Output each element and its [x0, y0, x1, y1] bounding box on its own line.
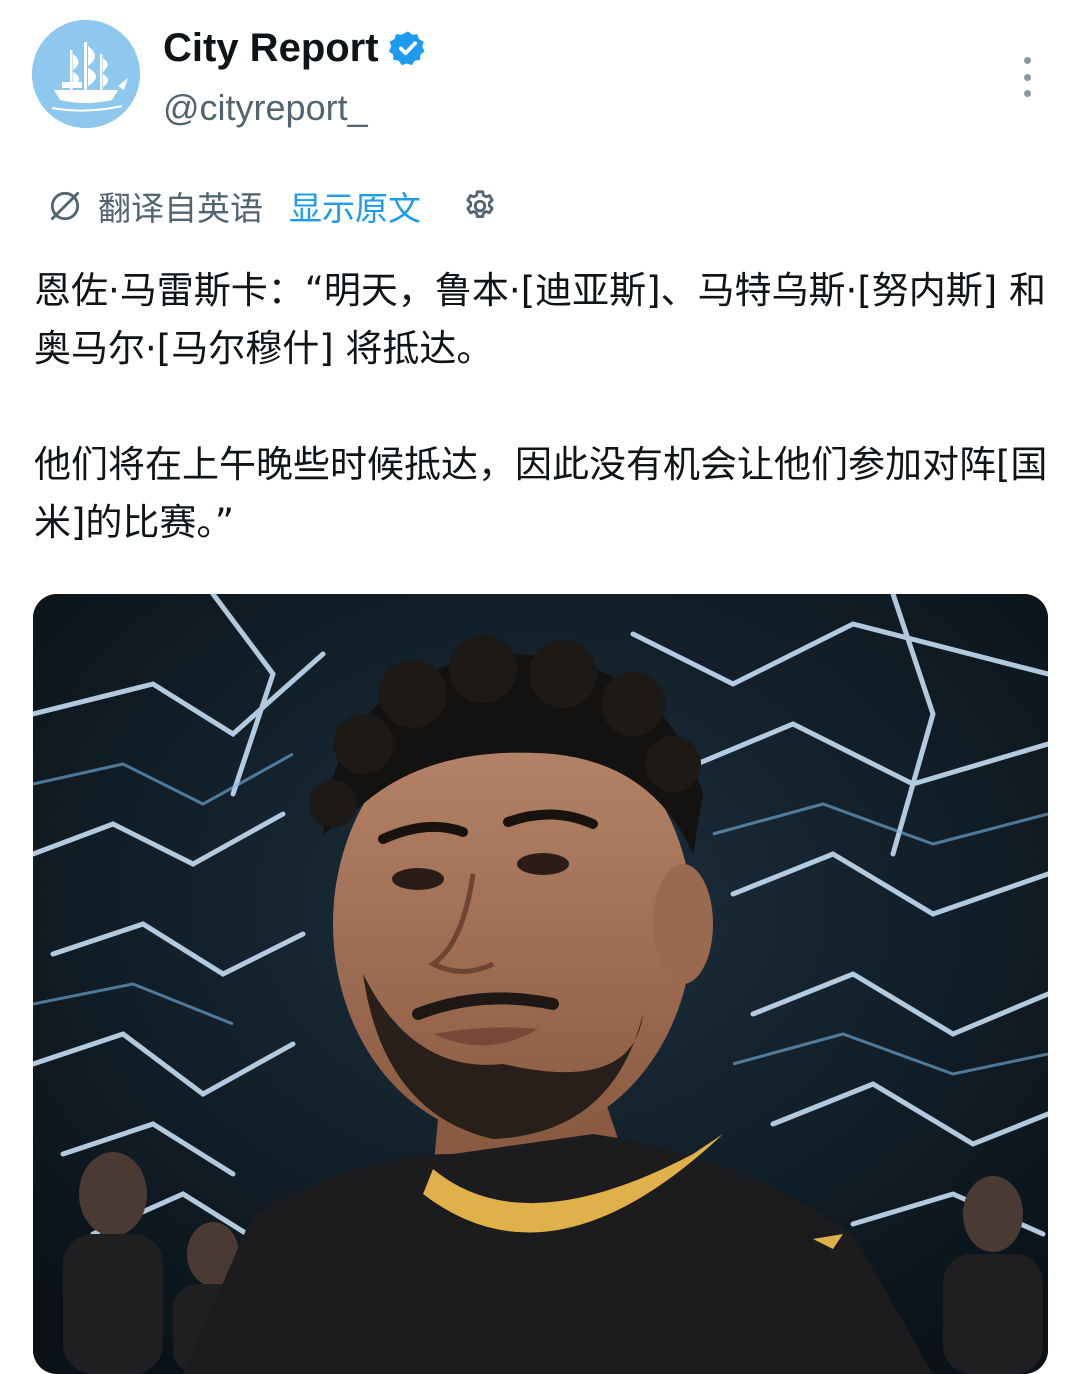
show-original-link[interactable]: 显示原文	[289, 182, 421, 230]
more-dot	[1023, 90, 1031, 97]
ship-icon	[32, 20, 140, 128]
tweet-paragraph: 他们将在上午晚些时候抵达，因此没有机会让他们参加对阵[国米]的比赛。”	[34, 443, 1048, 544]
translation-bar: 翻译自英语 显示原文	[46, 182, 499, 230]
tweet-paragraph: 恩佐·马雷斯卡：“明天，鲁本·[迪亚斯]、马特乌斯·[努内斯] 和 奥马尔·[马…	[34, 269, 1058, 370]
tweet-body: 恩佐·马雷斯卡：“明天，鲁本·[迪亚斯]、马特乌斯·[努内斯] 和 奥马尔·[马…	[34, 262, 1054, 552]
more-dot	[1023, 73, 1031, 81]
more-dot	[1023, 57, 1031, 64]
gear-icon[interactable]	[461, 187, 499, 225]
tweet-header: City Report @cityreport_	[0, 0, 1080, 150]
account-handle[interactable]: @cityreport_	[163, 86, 368, 130]
display-name[interactable]: City Report	[163, 24, 379, 72]
verified-badge-icon	[388, 31, 425, 66]
tweet-media-photo[interactable]	[33, 594, 1048, 1374]
translated-from-label: 翻译自英语	[98, 189, 263, 228]
globe-off-icon	[50, 191, 80, 221]
player-photo	[33, 594, 1048, 1374]
more-options-button[interactable]	[1010, 55, 1044, 99]
avatar[interactable]	[32, 20, 140, 128]
name-row: City Report	[163, 24, 427, 72]
